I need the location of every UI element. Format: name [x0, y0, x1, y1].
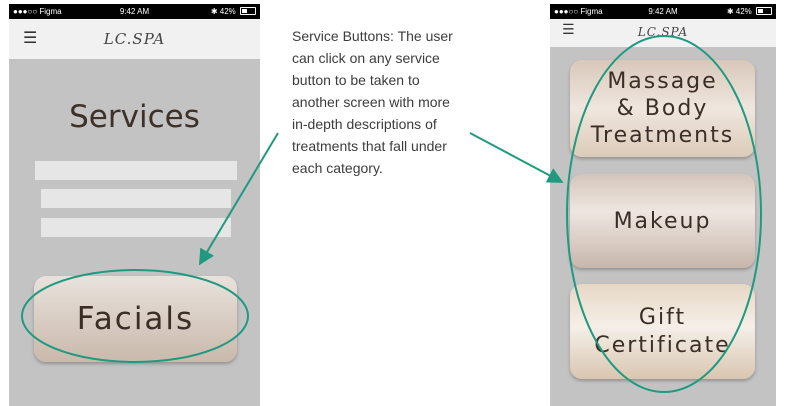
- annotation-arrow-right: [469, 132, 564, 183]
- annotation-overlay: [21, 35, 762, 393]
- highlight-ellipse-facials: [21, 269, 249, 363]
- highlight-ellipse-service-buttons: [566, 35, 762, 393]
- annotation-arrow-left: [198, 132, 279, 266]
